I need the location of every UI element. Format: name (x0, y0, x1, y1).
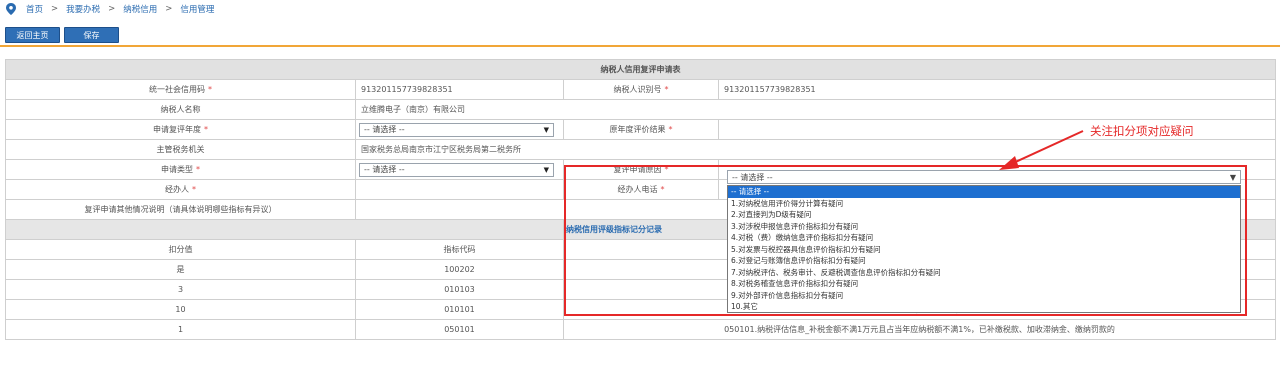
highlight-box (564, 165, 1247, 316)
toolbar: 返回主页 保存 (5, 27, 119, 43)
other-label: 复评申请其他情况说明（请具体说明哪些指标有异议） (5, 199, 356, 220)
taxpayer-name-label: 纳税人名称 (5, 99, 356, 120)
annotation-note: 关注扣分项对应疑问 (1090, 124, 1194, 138)
location-pin-icon (6, 3, 16, 15)
code-cell: 100202 (355, 259, 564, 280)
annotation-arrow-icon (999, 130, 1084, 170)
code-column-header: 指标代码 (355, 239, 564, 260)
score-cell: 1 (5, 319, 356, 340)
code-cell: 010103 (355, 279, 564, 300)
authority-value: 国家税务总局南京市江宁区税务局第二税务所 (355, 139, 1276, 160)
score-cell: 是 (5, 259, 356, 280)
score-section-spacer (5, 219, 564, 240)
score-cell: 3 (5, 279, 356, 300)
apply-year-cell: -- 请选择 -- ▼ (355, 119, 564, 140)
apply-type-label: 申请类型 * (5, 159, 356, 180)
apply-year-label: 申请复评年度 * (5, 119, 356, 140)
divider (0, 45, 1280, 47)
handler-input[interactable] (355, 179, 564, 200)
taxpayer-id-label: 纳税人识别号 * (563, 79, 719, 100)
taxpayer-id-value: 913201157739828351 (718, 79, 1276, 100)
apply-type-selected: -- 请选择 -- (364, 165, 405, 174)
credit-code-value: 913201157739828351 (355, 79, 564, 100)
home-button[interactable]: 返回主页 (5, 27, 60, 43)
code-cell: 010101 (355, 299, 564, 320)
score-cell: 10 (5, 299, 356, 320)
breadcrumb-home[interactable]: 首页 (26, 3, 43, 15)
result-label: 原年度评价结果 * (563, 119, 719, 140)
credit-code-label: 统一社会信用码 * (5, 79, 356, 100)
breadcrumb-separator: > (51, 4, 59, 14)
desc-cell: 050101.纳税评估信息_补税金额不满1万元且占当年应纳税额不满1%，已补缴税… (563, 319, 1276, 340)
score-column-header: 扣分值 (5, 239, 356, 260)
authority-label: 主管税务机关 (5, 139, 356, 160)
apply-year-select[interactable]: -- 请选择 -- ▼ (359, 122, 554, 137)
apply-year-selected: -- 请选择 -- (364, 125, 405, 134)
taxpayer-name-value: 立维腾电子（南京）有限公司 (355, 99, 1276, 120)
breadcrumb-credit-manage[interactable]: 信用管理 (180, 3, 214, 15)
breadcrumb-separator: > (108, 4, 116, 14)
breadcrumb-separator: > (165, 4, 173, 14)
dropdown-arrow-icon: ▼ (543, 125, 549, 134)
table-row: 1 050101 050101.纳税评估信息_补税金额不满1万元且占当年应纳税额… (5, 319, 1276, 340)
apply-type-select[interactable]: -- 请选择 -- ▼ (359, 162, 554, 177)
apply-type-cell: -- 请选择 -- ▼ (355, 159, 564, 180)
form-title: 纳税人信用复评申请表 (5, 59, 1276, 80)
handler-label: 经办人 * (5, 179, 356, 200)
breadcrumb: 首页 > 我要办税 > 纳税信用 > 信用管理 (6, 2, 214, 16)
dropdown-arrow-icon: ▼ (543, 165, 549, 174)
code-cell: 050101 (355, 319, 564, 340)
breadcrumb-credit[interactable]: 纳税信用 (123, 3, 157, 15)
save-button[interactable]: 保存 (64, 27, 119, 43)
breadcrumb-tax[interactable]: 我要办税 (66, 3, 100, 15)
